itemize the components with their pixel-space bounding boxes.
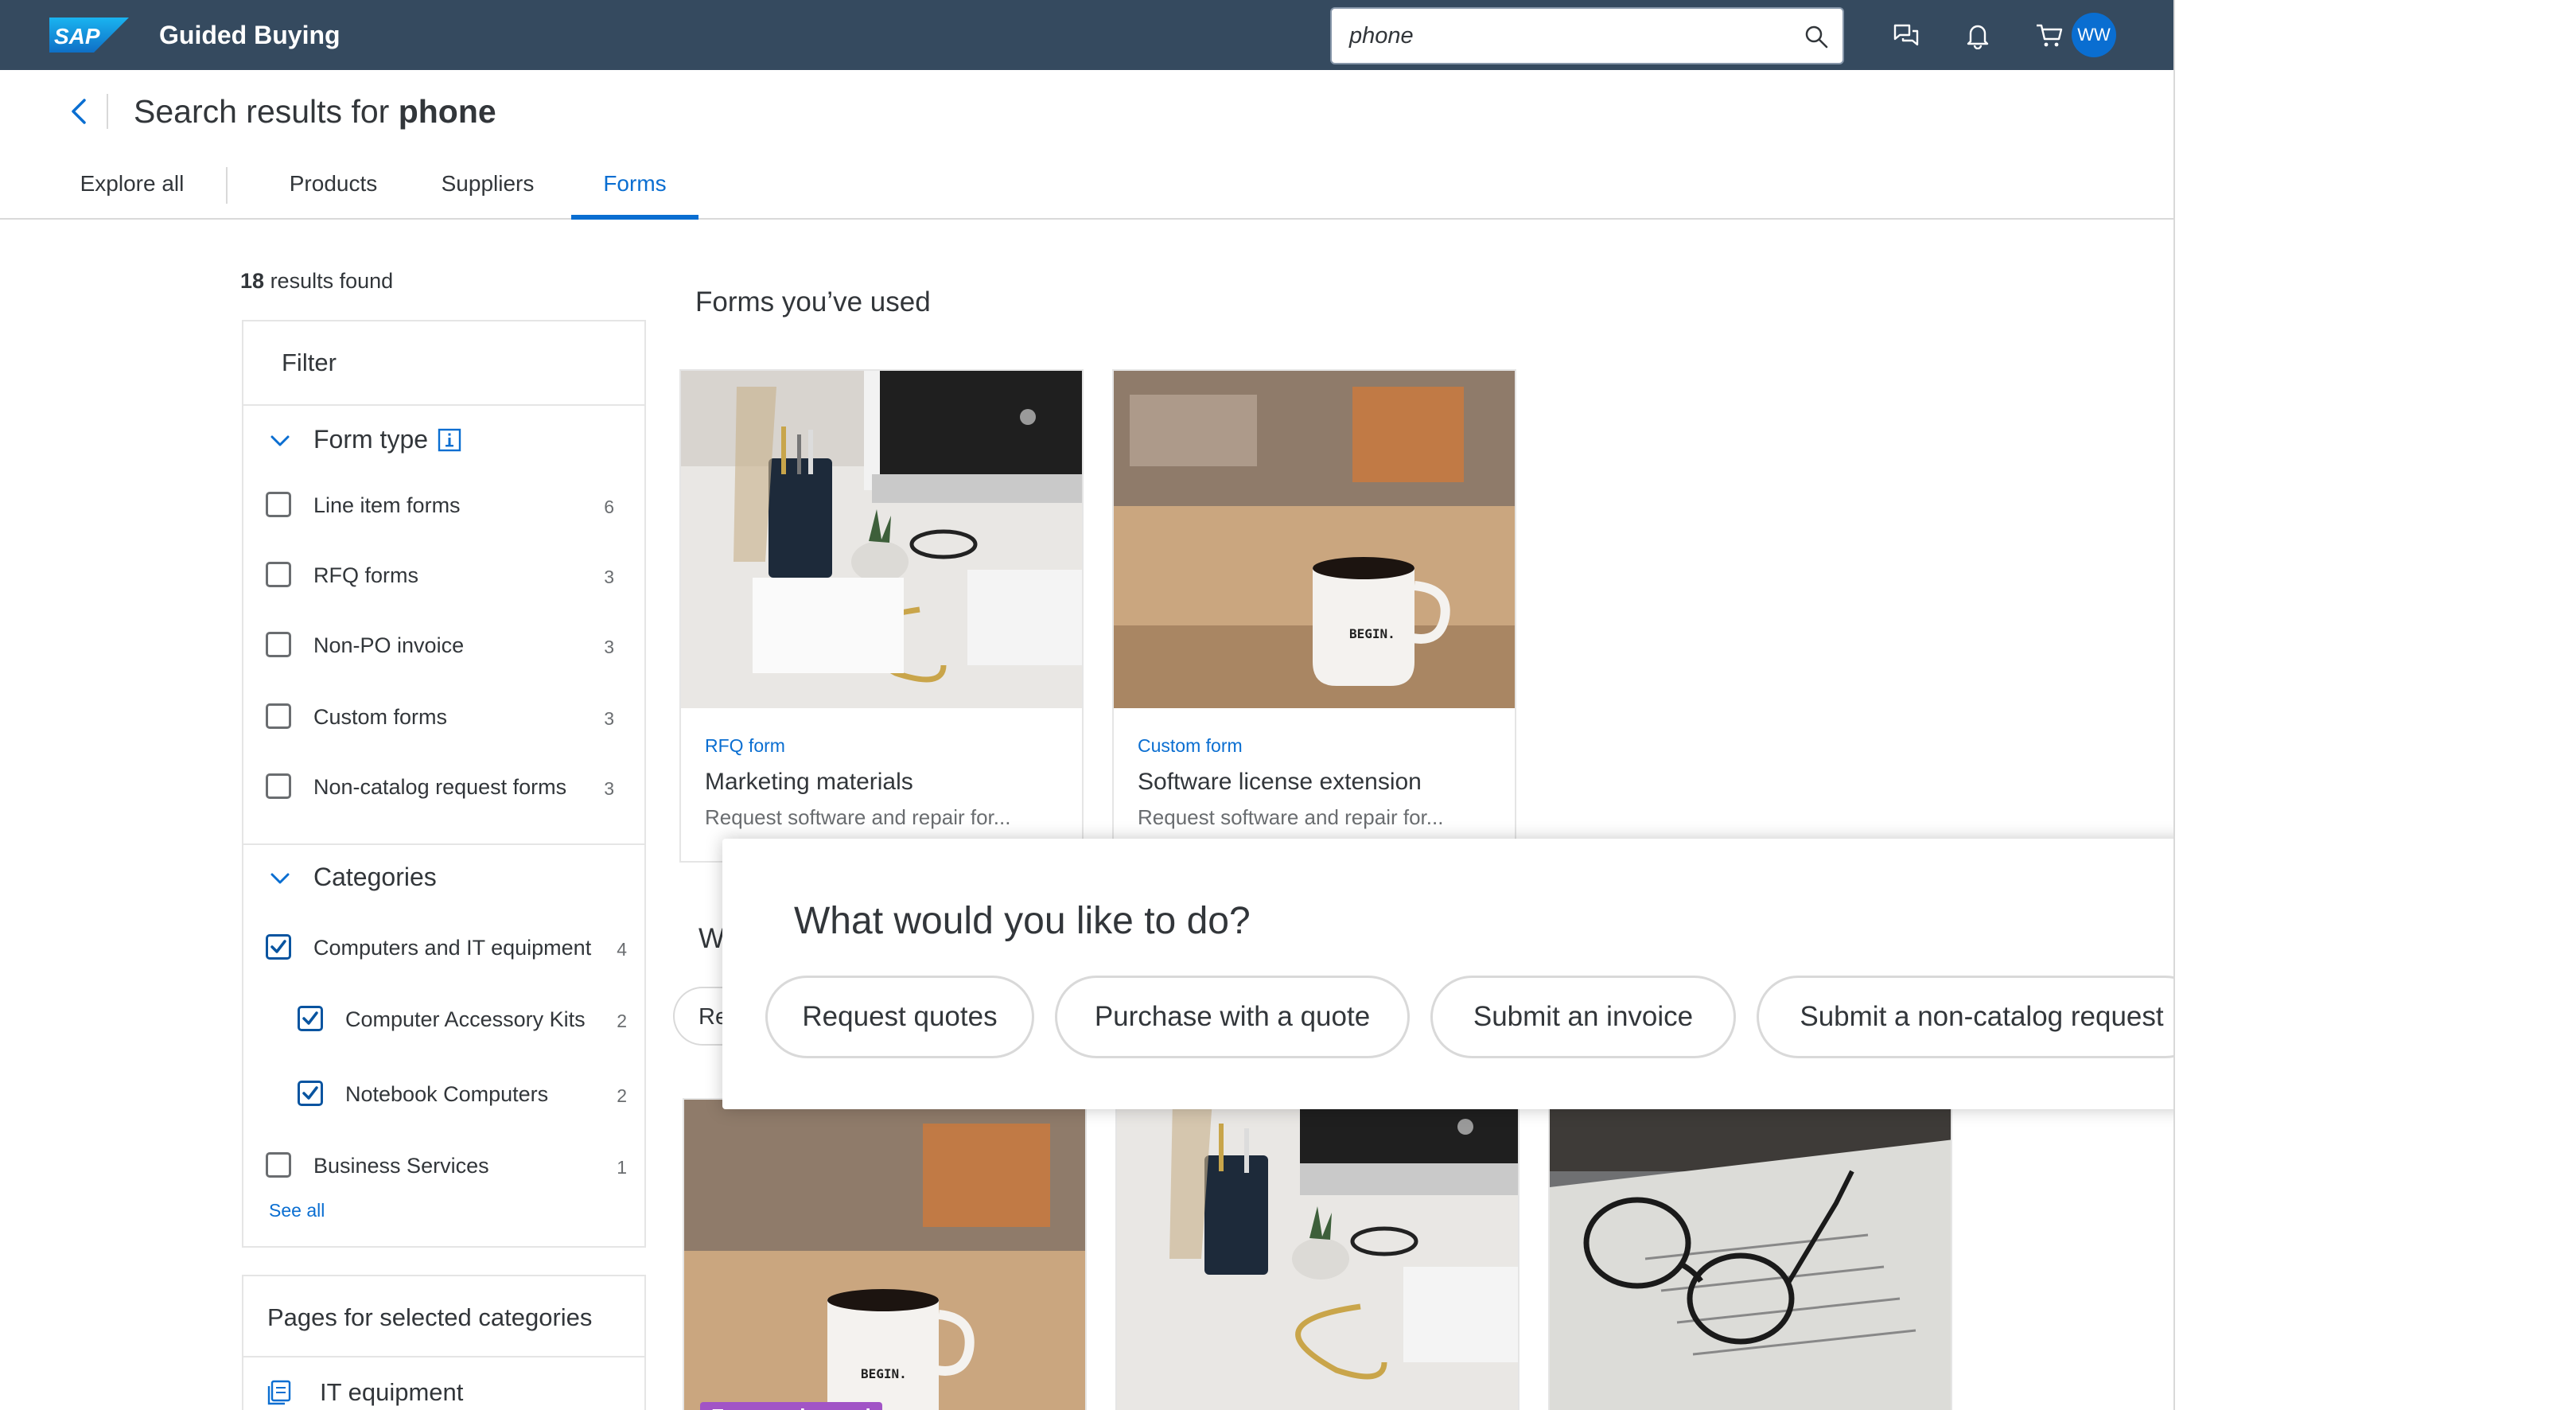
popover-title: What would you like to do? [794,900,1251,942]
card-description: Request software and repair for... [1138,805,1444,829]
cart-icon[interactable] [2035,21,2064,49]
checkbox-custom-forms[interactable] [266,703,291,729]
option-count: 1 [617,1157,627,1178]
frequently-used-badge: Frequently used [700,1402,882,1410]
sap-logo[interactable]: SAP [49,18,129,53]
option-count: 4 [617,939,627,960]
tab-explore-all[interactable]: Explore all [78,148,186,220]
checkbox-computers-and-it-equipment[interactable] [266,934,291,960]
app-title: Guided Buying [159,21,340,49]
tab-forms[interactable]: Forms [571,148,698,220]
option-label[interactable]: Business Services [313,1154,489,1178]
option-count: 3 [604,708,614,729]
card-title[interactable]: Marketing materials [705,769,913,796]
option-label[interactable]: Line item forms [313,493,461,518]
option-count: 6 [604,497,614,517]
option-count: 2 [617,1085,627,1106]
guided-buying-app: SAP Guided Buying phone WW Search result… [0,0,2175,1410]
form-card[interactable] [1548,1098,1952,1410]
svg-text:SAP: SAP [54,24,100,49]
info-icon[interactable] [438,428,461,452]
option-label[interactable]: RFQ forms [313,563,418,588]
search-value[interactable]: phone [1349,9,1414,63]
categories-title[interactable]: Categories [313,863,437,892]
option-count: 2 [617,1011,627,1031]
option-label[interactable]: Computer Accessory Kits [345,1007,586,1032]
back-arrow-icon[interactable] [68,97,89,126]
filter-panel: Filter Form type Line item forms 6 RFQ f… [242,320,646,1248]
divider [243,843,644,845]
tab-products[interactable]: Products [288,148,379,220]
page-link-it-equipment[interactable]: IT equipment [320,1378,463,1407]
pages-panel: Pages for selected categories IT equipme… [242,1275,646,1410]
svg-text:BEGIN.: BEGIN. [861,1366,907,1381]
desk-photo-image [1117,1100,1518,1410]
notification-bell-icon[interactable] [1963,21,1992,49]
chevron-down-icon[interactable] [269,433,291,449]
form-card-software-license-extension[interactable]: BEGIN. Custom form Software license exte… [1112,369,1516,863]
coffee-mug-photo-image: BEGIN. [1114,371,1515,708]
copy-pages-icon [267,1380,291,1405]
checkbox-computer-accessory-kits[interactable] [298,1006,323,1031]
see-all-link[interactable]: See all [269,1200,325,1221]
option-label[interactable]: Non-catalog request forms [313,775,566,800]
tab-suppliers[interactable]: Suppliers [439,148,536,220]
card-description: Request software and repair for... [705,805,1011,829]
form-card-marketing-materials[interactable]: RFQ form Marketing materials Request sof… [679,369,1084,863]
forms-used-heading: Forms you’ve used [695,286,931,317]
submit-invoice-button[interactable]: Submit an invoice [1430,976,1736,1058]
card-title[interactable]: Software license extension [1138,769,1422,796]
option-label[interactable]: Computers and IT equipment [313,936,591,960]
results-count-number: 18 [240,269,265,293]
checkbox-non-po-invoice[interactable] [266,632,291,657]
option-label[interactable]: Notebook Computers [345,1082,548,1107]
tab-divider [226,167,228,204]
coffee-mug-photo-image: BEGIN. [684,1100,1085,1410]
page-title-prefix: Search results for [134,93,390,130]
divider [243,1356,644,1357]
checkbox-non-catalog-request-forms[interactable] [266,773,291,799]
option-count: 3 [604,637,614,657]
form-type-title[interactable]: Form type [313,425,428,454]
card-type-label: RFQ form [705,735,785,756]
option-label[interactable]: Custom forms [313,705,447,730]
page-title-query: phone [398,93,496,130]
checkbox-line-item-forms[interactable] [266,492,291,517]
shell-bar: SAP Guided Buying phone WW [0,0,2173,70]
filter-title: Filter [282,349,337,376]
pages-panel-title: Pages for selected categories [267,1303,593,1331]
svg-text:BEGIN.: BEGIN. [1349,626,1395,641]
what-would-you-like-popover: What would you like to do? Request quote… [722,839,2173,1109]
chevron-down-icon[interactable] [269,871,291,886]
request-quotes-button[interactable]: Request quotes [765,976,1034,1058]
checkbox-notebook-computers[interactable] [298,1081,323,1106]
frequently-used-form-card[interactable]: BEGIN. Frequently used [683,1098,1087,1410]
card-type-label: Custom form [1138,735,1243,756]
checkmark-icon [302,1086,318,1100]
submit-non-catalog-request-button[interactable]: Submit a non-catalog request [1757,976,2173,1058]
checkmark-icon [270,940,286,953]
option-count: 3 [604,778,614,799]
option-label[interactable]: Non-PO invoice [313,633,464,658]
purchase-with-quote-button[interactable]: Purchase with a quote [1055,976,1410,1058]
tab-bar: Explore all Products Suppliers Forms [0,148,2173,220]
divider [243,404,644,406]
option-count: 3 [604,567,614,587]
form-card[interactable] [1115,1098,1520,1410]
header-divider [107,94,108,129]
results-count: 18 results found [240,269,393,294]
active-tab-indicator [571,215,698,220]
user-avatar[interactable]: WW [2072,13,2116,57]
what-would-you-like-heading-fragment: W [698,923,726,954]
results-count-label: results found [270,269,394,293]
page-title: Search results for phone [134,89,496,134]
chat-icon[interactable] [1892,21,1920,49]
search-icon[interactable] [1804,25,1828,49]
checkmark-icon [302,1011,318,1025]
search-input[interactable]: phone [1330,7,1844,64]
desk-photo-image [681,371,1082,708]
checkbox-business-services[interactable] [266,1152,291,1178]
checkbox-rfq-forms[interactable] [266,562,291,587]
glasses-notebook-photo-image [1550,1100,1951,1410]
